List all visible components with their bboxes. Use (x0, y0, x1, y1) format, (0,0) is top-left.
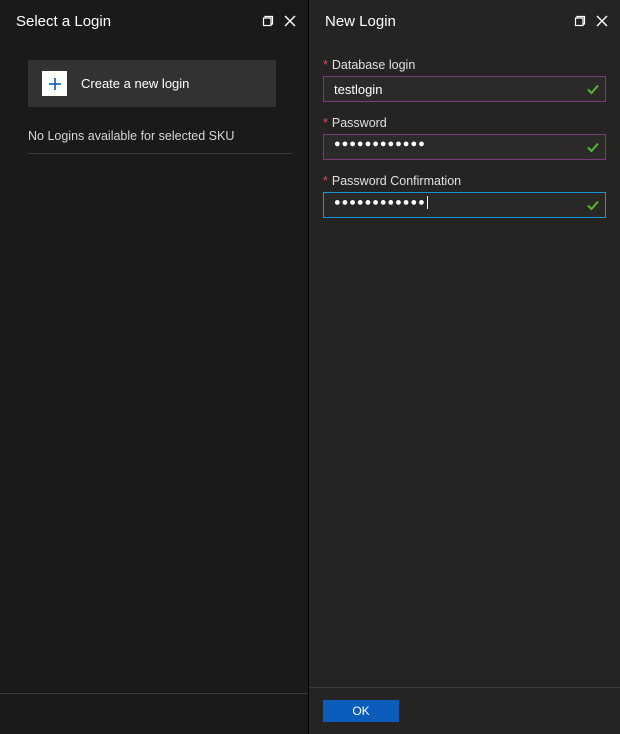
password-confirm-group: *Password Confirmation ●●●●●●●●●●●● (323, 174, 606, 218)
required-star-icon: * (323, 116, 328, 130)
select-login-panel: Select a Login Create a new l (0, 0, 309, 734)
database-login-input-wrap (323, 76, 606, 102)
header-icons-left (262, 15, 296, 27)
close-icon[interactable] (596, 15, 608, 27)
required-star-icon: * (323, 174, 328, 188)
password-confirm-input[interactable]: ●●●●●●●●●●●● (323, 192, 606, 218)
new-login-title: New Login (325, 13, 396, 30)
restore-icon[interactable] (574, 15, 586, 27)
text-cursor (427, 196, 428, 209)
database-login-label: *Database login (323, 58, 606, 72)
select-login-title: Select a Login (16, 13, 111, 30)
create-new-login-button[interactable]: Create a new login (28, 60, 276, 107)
required-star-icon: * (323, 58, 328, 72)
ok-button[interactable]: OK (323, 700, 399, 722)
password-confirm-input-wrap: ●●●●●●●●●●●● (323, 192, 606, 218)
password-input-wrap: ●●●●●●●●●●●● (323, 134, 606, 160)
new-login-footer: OK (309, 687, 620, 734)
no-logins-message: No Logins available for selected SKU (28, 129, 292, 154)
checkmark-icon (586, 198, 600, 212)
new-login-panel: New Login *Database login (309, 0, 620, 734)
panel-header-left: Select a Login (0, 0, 308, 40)
checkmark-icon (586, 82, 600, 96)
password-label: *Password (323, 116, 606, 130)
password-group: *Password ●●●●●●●●●●●● (323, 116, 606, 160)
checkmark-icon (586, 140, 600, 154)
restore-icon[interactable] (262, 15, 274, 27)
new-login-form: *Database login *Password ●●●●●●●●●●●● (309, 40, 620, 687)
header-icons-right (574, 15, 608, 27)
password-input[interactable]: ●●●●●●●●●●●● (323, 134, 606, 160)
panel-header-right: New Login (309, 0, 620, 40)
plus-icon (42, 71, 67, 96)
create-new-login-label: Create a new login (81, 76, 189, 91)
left-panel-divider (0, 693, 308, 694)
close-icon[interactable] (284, 15, 296, 27)
database-login-input[interactable] (323, 76, 606, 102)
password-confirm-label: *Password Confirmation (323, 174, 606, 188)
database-login-group: *Database login (323, 58, 606, 102)
